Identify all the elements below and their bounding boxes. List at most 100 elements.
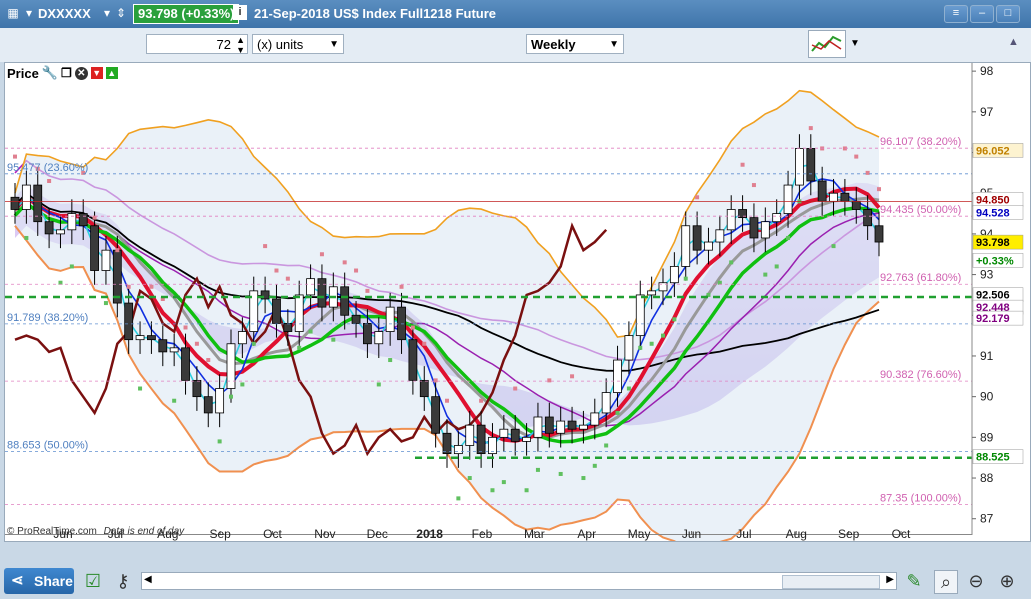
credit-text: © ProRealTime.com: [7, 526, 97, 537]
maximize-button[interactable]: □: [996, 5, 1020, 23]
candle-body: [374, 331, 384, 345]
sar-dot: [172, 398, 177, 403]
units-label: (x) units: [257, 37, 304, 52]
sar-dot: [433, 378, 438, 383]
chart-area[interactable]: 96.107 (38.20%) 94.435 (50.00%) 92.763 (61…: [4, 62, 1031, 552]
sar-dot: [297, 345, 302, 350]
x-tick-label: Feb: [472, 527, 493, 541]
period-select[interactable]: Weekly ▼: [526, 34, 624, 54]
candle-body: [544, 416, 554, 434]
zoom-in-icon[interactable]: ⊕: [996, 570, 1018, 592]
scroll-thumb[interactable]: [782, 575, 880, 589]
sar-dot: [263, 244, 268, 249]
move-up-icon[interactable]: ▲: [105, 67, 118, 79]
minimize-button[interactable]: –: [970, 5, 994, 23]
indicators-button[interactable]: [808, 30, 846, 58]
measure-icon[interactable]: ⚷: [112, 570, 134, 592]
candle-body: [317, 278, 327, 308]
sar-dot: [831, 244, 836, 249]
scroll-up-icon[interactable]: ▲: [1008, 36, 1019, 48]
units-input[interactable]: 72 ▲ ▼: [146, 34, 248, 55]
checklist-icon[interactable]: ☑: [82, 570, 104, 592]
candle-body: [147, 335, 156, 341]
candle-body: [783, 184, 793, 214]
y-tick-label: 97: [980, 105, 994, 119]
share-icon: ⋖: [11, 572, 24, 589]
instrument-title: 21-Sep-2018 US$ Index Full1218 Future: [254, 6, 497, 21]
sar-dot: [376, 382, 381, 387]
share-button[interactable]: ⋖ Share: [4, 568, 74, 594]
x-tick-label: May: [628, 527, 651, 541]
sar-dot: [388, 358, 393, 363]
price-tag-label: 93.798: [976, 237, 1010, 249]
sar-dot: [535, 467, 540, 472]
candle-body: [135, 335, 145, 341]
wrench-icon[interactable]: 🔧: [42, 65, 58, 81]
units-select[interactable]: (x) units ▼: [252, 34, 344, 54]
scroll-left-icon[interactable]: ◀: [144, 574, 152, 585]
fib-label: 96.107 (38.20%): [880, 136, 961, 148]
chevron-down-icon[interactable]: ▼: [850, 38, 860, 49]
sar-dot: [570, 374, 575, 379]
candle-body: [624, 335, 634, 361]
sar-dot: [501, 480, 506, 485]
info-icon[interactable]: i: [233, 5, 247, 20]
candle-body: [567, 420, 577, 430]
close-icon[interactable]: ✕: [74, 66, 88, 80]
x-tick-label: Oct: [263, 527, 282, 541]
candle-body: [237, 331, 247, 345]
price-tag-label: 92.506: [976, 290, 1010, 302]
zoom-fit-icon[interactable]: ⌕: [934, 570, 958, 594]
candle-body: [453, 445, 463, 455]
menu-button[interactable]: ≡: [944, 5, 968, 23]
spinner-icon[interactable]: ▲ ▼: [236, 35, 245, 55]
grid-icon[interactable]: ▦: [6, 6, 20, 20]
sar-dot: [740, 162, 745, 167]
expand-icon[interactable]: ⇕: [114, 6, 128, 20]
candle-body: [704, 241, 713, 251]
candle-body: [21, 184, 31, 210]
sar-dot: [751, 183, 756, 188]
chevron-down-icon[interactable]: ▾: [22, 6, 36, 20]
y-tick-label: 87: [980, 512, 994, 526]
candle-body: [635, 294, 645, 337]
candle-body: [294, 294, 304, 332]
symbol-label[interactable]: DXXXXX: [38, 6, 91, 21]
toolbar: 72 ▲ ▼ (x) units ▼ Weekly ▼ ▼ ▲: [0, 28, 1031, 62]
candle-body: [795, 148, 804, 186]
panel-title: Price: [7, 65, 39, 81]
candle-body: [112, 249, 122, 304]
scroll-right-icon[interactable]: ▶: [886, 574, 894, 585]
sar-dot: [126, 284, 131, 289]
sar-dot: [729, 260, 734, 265]
candle-body: [10, 196, 20, 210]
sar-dot: [240, 382, 245, 387]
period-label: Weekly: [531, 37, 576, 52]
candle-body: [181, 347, 190, 381]
bottom-bar: ⋖ Share ☑ ⚷ ◀ ▶ ✎ ⌕ ⊖ ⊕: [0, 562, 1031, 599]
sar-dot: [763, 272, 768, 277]
sar-dot: [479, 398, 484, 403]
fib-label: 95.477 (23.60%): [7, 162, 88, 174]
price-tag-label: 96.052: [976, 145, 1010, 157]
sar-dot: [513, 386, 518, 391]
sar-dot: [774, 264, 779, 269]
dropdown-icon[interactable]: ▾: [100, 6, 114, 20]
sar-dot: [626, 386, 631, 391]
zoom-out-icon[interactable]: ⊖: [965, 570, 987, 592]
y-tick-label: 89: [980, 430, 994, 444]
sar-dot: [229, 394, 233, 399]
sar-dot: [149, 284, 154, 289]
draw-tool-icon[interactable]: ✎: [903, 570, 925, 592]
sar-dot: [69, 264, 74, 269]
sar-dot: [138, 386, 143, 391]
move-down-icon[interactable]: ▼: [90, 67, 103, 79]
share-label: Share: [34, 573, 73, 589]
candle-body: [442, 432, 452, 455]
sar-dot: [695, 195, 700, 200]
candle-body: [306, 278, 315, 296]
price-chart[interactable]: 96.107 (38.20%) 94.435 (50.00%) 92.763 (61…: [5, 63, 1030, 552]
horizontal-scrollbar[interactable]: ◀ ▶: [141, 572, 897, 590]
price-tag-label: 94.528: [976, 207, 1010, 219]
window-icon[interactable]: ❐: [61, 66, 72, 80]
